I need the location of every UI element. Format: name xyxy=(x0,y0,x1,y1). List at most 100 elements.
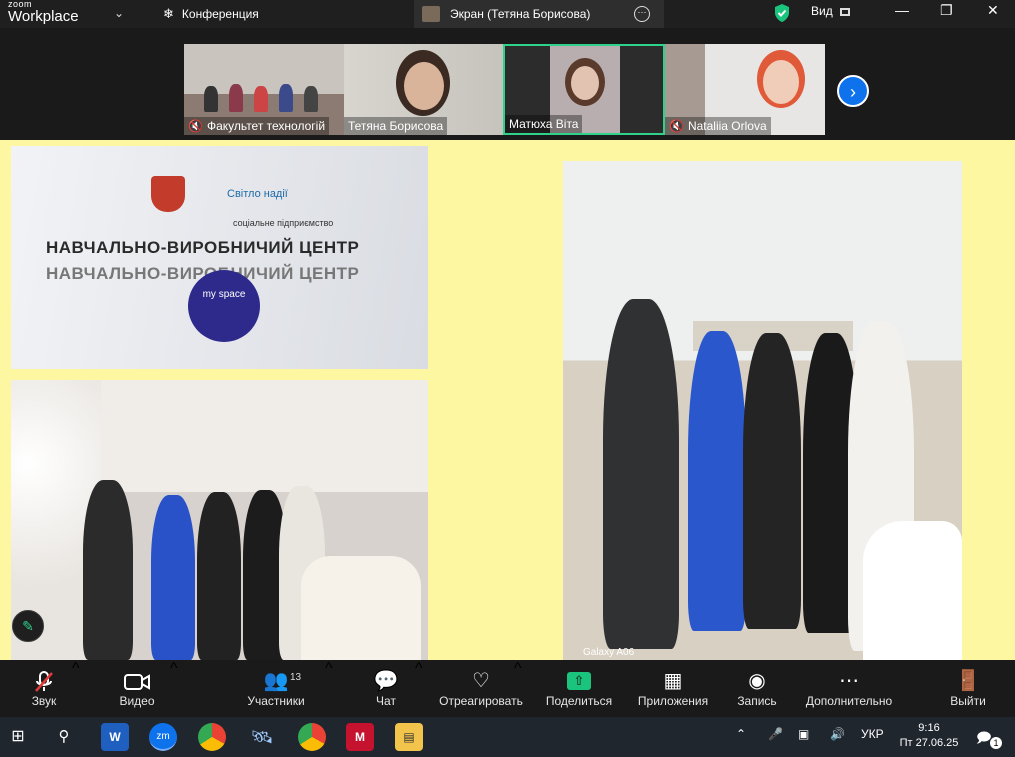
sign-subtitle: соціальне підприємство xyxy=(233,218,334,228)
participant-strip: 🔇 Факультет технологій Тетяна Борисова Ма… xyxy=(0,28,1015,140)
language-indicator[interactable]: УКР xyxy=(861,727,884,741)
restore-icon[interactable]: ❐ xyxy=(940,2,953,19)
participant-tile[interactable]: 🔇 Факультет технологій xyxy=(184,44,344,135)
satellite-app-icon[interactable]: 🛰 xyxy=(248,723,276,751)
apps-label: Приложения xyxy=(637,694,709,708)
chrome-profile-app-icon[interactable] xyxy=(298,723,326,751)
annotate-pencil-icon[interactable]: ✎ xyxy=(12,610,44,642)
participant-name: 🔇 Nataliia Orlova xyxy=(665,117,771,135)
share-screen-button[interactable]: ⇧ Поделиться xyxy=(543,660,615,717)
record-button[interactable]: ◉ Запись xyxy=(735,660,779,717)
minimize-icon[interactable]: — xyxy=(895,2,909,18)
person-figure xyxy=(743,333,801,629)
audio-label: Звук xyxy=(31,694,57,708)
more-dots-icon: ⋯ xyxy=(839,670,859,692)
network-tray-icon[interactable]: ▣ xyxy=(798,727,809,741)
clock-time: 9:16 xyxy=(918,722,940,734)
audio-options-caret[interactable]: ^ xyxy=(72,660,80,678)
chevron-right-icon: › xyxy=(850,82,856,102)
person-figure xyxy=(304,86,318,112)
word-app-icon[interactable]: W xyxy=(101,723,129,751)
participant-tile[interactable]: 🔇 Nataliia Orlova xyxy=(665,44,825,135)
audio-button[interactable]: Звук xyxy=(20,660,68,717)
participant-name: Матюха Віта xyxy=(505,115,583,133)
microphone-tray-icon[interactable]: 🎤 xyxy=(768,727,783,741)
myspace-logo: my space xyxy=(188,270,260,342)
windows-taskbar: ⊞ ⚲ W zm 🛰 M ▤ ⌃ 🎤 ▣ 🔊 УКР 9:16 Пт 27.06… xyxy=(0,717,1015,757)
tray-chevron-up-icon[interactable]: ⌃ xyxy=(736,727,746,741)
mcafee-app-icon[interactable]: M xyxy=(346,723,374,751)
person-figure xyxy=(151,495,195,660)
chevron-down-icon[interactable]: ⌄ xyxy=(114,6,124,20)
leave-door-icon: 🚪 xyxy=(955,670,981,692)
react-button[interactable]: ♡ Отреагировать xyxy=(436,660,526,717)
volume-tray-icon[interactable]: 🔊 xyxy=(830,727,845,741)
conference-label: Конференция xyxy=(181,7,259,21)
chat-label: Чат xyxy=(376,694,396,708)
paw-icon: ❄ xyxy=(163,6,174,21)
video-button[interactable]: Видео xyxy=(112,660,162,717)
participant-tile[interactable]: Тетяна Борисова xyxy=(344,44,504,135)
leave-button[interactable]: 🚪 Выйти xyxy=(947,660,989,717)
record-label: Запись xyxy=(737,694,777,708)
title-bar: zoom Workplace ⌄ ❄ Конференция Экран (Те… xyxy=(0,0,1015,28)
notification-count-badge: 1 xyxy=(990,737,1002,749)
shared-screen: Світло надії соціальне підприємство НАВЧ… xyxy=(0,140,1015,660)
apps-button[interactable]: ▦ Приложения xyxy=(634,660,712,717)
muted-mic-icon xyxy=(20,660,68,694)
participants-label: Участники xyxy=(247,694,305,708)
face xyxy=(571,66,599,100)
zoom-window: zoom Workplace ⌄ ❄ Конференция Экран (Те… xyxy=(0,0,1015,757)
participant-tile-active[interactable]: Матюха Віта xyxy=(503,44,665,135)
chat-button[interactable]: 💬 Чат xyxy=(366,660,406,717)
camera-watermark: Galaxy A06 xyxy=(583,647,635,658)
search-icon[interactable]: ⚲ xyxy=(50,723,78,751)
participants-count-badge: 13 xyxy=(290,672,302,683)
video-camera-icon xyxy=(112,660,162,694)
person-figure xyxy=(229,84,243,112)
person-figure xyxy=(83,480,133,660)
garment xyxy=(863,521,962,660)
video-options-caret[interactable]: ^ xyxy=(170,660,178,678)
close-icon[interactable]: ✕ xyxy=(987,2,999,19)
react-options-caret[interactable]: ^ xyxy=(514,660,522,678)
muted-mic-icon: 🔇 xyxy=(188,119,203,133)
group-photo-2: Galaxy A06 xyxy=(563,161,962,660)
person-figure xyxy=(279,84,293,112)
person-figure xyxy=(197,492,241,660)
view-button[interactable]: Вид xyxy=(811,4,851,18)
group-photo-1 xyxy=(11,380,428,660)
next-page-button[interactable]: › xyxy=(837,75,869,107)
more-button[interactable]: ⋯ Дополнительно xyxy=(803,660,895,717)
chrome-app-icon[interactable] xyxy=(198,723,226,751)
person-figure xyxy=(603,299,679,649)
video-label: Видео xyxy=(119,694,155,708)
garment xyxy=(301,556,421,660)
sign-line-1: НАВЧАЛЬНО-ВИРОБНИЧИЙ ЦЕНТР xyxy=(46,238,360,257)
windows-start-icon[interactable]: ⊞ xyxy=(4,723,32,751)
system-clock[interactable]: 9:16 Пт 27.06.25 xyxy=(893,721,965,751)
heart-icon: ♡ xyxy=(472,670,490,692)
file-explorer-icon[interactable]: ▤ xyxy=(395,723,423,751)
screen-share-tab[interactable]: Экран (Тетяна Борисова) ··· xyxy=(414,0,664,28)
coat-of-arms-icon xyxy=(151,176,185,212)
participant-name: Тетяна Борисова xyxy=(344,117,448,135)
screen-tab-label: Экран (Тетяна Борисова) xyxy=(450,7,591,21)
notifications-icon[interactable]: 🗩 xyxy=(976,727,992,751)
meeting-toolbar: Звук ^ Видео ^ 👥 13 Участники ^ 💬 Чат ^ … xyxy=(0,660,1015,717)
share-arrow-icon: ⇧ xyxy=(567,672,591,690)
more-options-icon[interactable]: ··· xyxy=(634,6,650,22)
chat-bubble-icon: 💬 xyxy=(373,670,399,692)
leave-label: Выйти xyxy=(950,694,986,708)
participants-icon: 👥 xyxy=(263,670,289,692)
person-figure xyxy=(688,331,746,631)
security-shield-icon[interactable] xyxy=(773,3,791,23)
participants-button[interactable]: 👥 13 Участники xyxy=(240,660,312,717)
view-label: Вид xyxy=(811,4,833,18)
face xyxy=(404,62,444,110)
conference-tab[interactable]: ❄ Конференция xyxy=(163,0,259,28)
participants-options-caret[interactable]: ^ xyxy=(325,660,333,678)
zoom-app-icon[interactable]: zm xyxy=(149,723,177,751)
chat-options-caret[interactable]: ^ xyxy=(415,660,423,678)
person-figure xyxy=(254,86,268,112)
